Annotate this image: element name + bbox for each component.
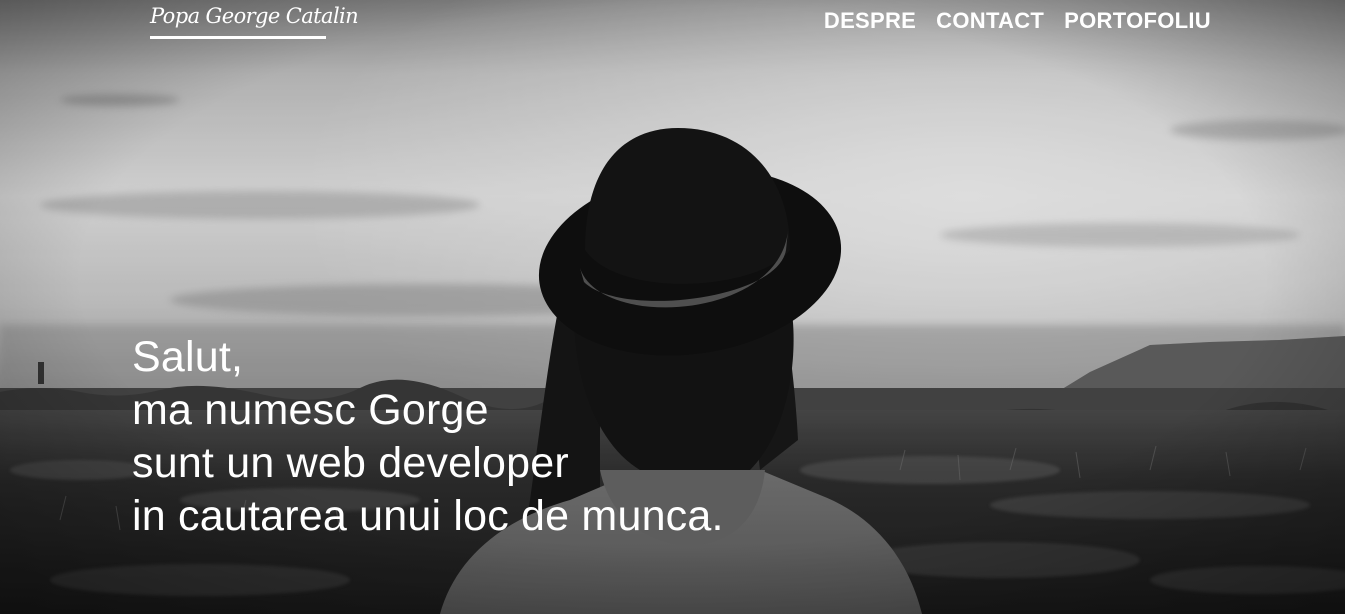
hero-line-role: sunt un web developer	[132, 439, 569, 487]
nav-link-despre[interactable]: DESPRE	[824, 8, 916, 34]
hero-section: Popa George Catalin DESPRE CONTACT PORTO…	[0, 0, 1345, 614]
site-logo[interactable]: Popa George Catalin	[150, 4, 359, 39]
main-nav: DESPRE CONTACT PORTOFOLIU	[824, 8, 1211, 34]
nav-link-contact[interactable]: CONTACT	[936, 8, 1044, 34]
hero-line-goal: in cautarea unui loc de munca.	[132, 492, 724, 540]
hero-line-name: ma numesc Gorge	[132, 386, 489, 434]
hero-line-salut: Salut,	[132, 333, 244, 381]
hero-greeting: Salut, ma numesc Gorge sunt un web devel…	[132, 331, 724, 543]
nav-link-portofoliu[interactable]: PORTOFOLIU	[1064, 8, 1211, 34]
